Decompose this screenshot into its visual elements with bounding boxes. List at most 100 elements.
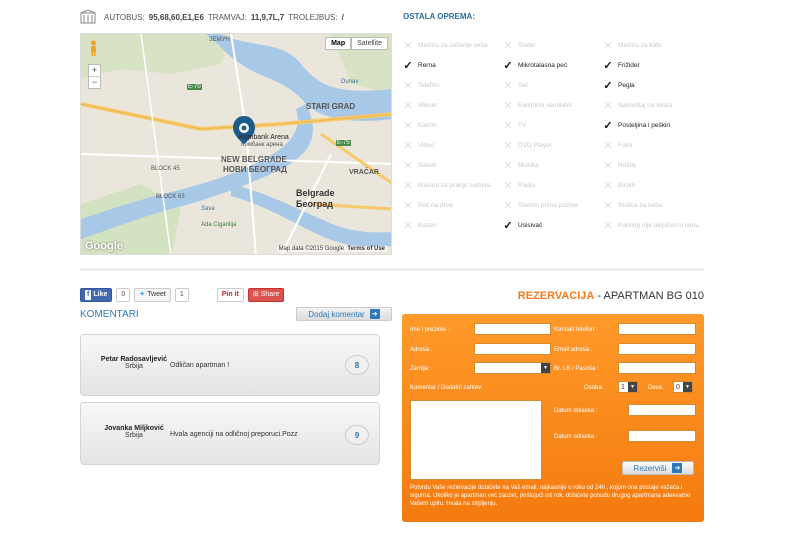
equipment-label: Rerna <box>418 61 436 69</box>
map-label-zemun: ЗЕМУН <box>209 37 230 43</box>
equipment-label: Mašina za sušenje veša <box>418 41 488 49</box>
map-label-vracar: VRAČAR <box>349 169 379 176</box>
pegman-icon[interactable] <box>89 40 98 56</box>
map-view-button[interactable]: Map <box>325 37 352 50</box>
zoom-out-button[interactable]: − <box>89 77 100 88</box>
cross-icon: ✕ <box>603 99 613 112</box>
equipment-item: ✓ Frižider <box>603 59 639 72</box>
cross-icon: ✕ <box>403 39 413 52</box>
cross-icon: ✕ <box>603 199 613 212</box>
location-map[interactable]: ЗЕМУН STARI GRAD NEW BELGRADE НОВИ БЕОГР… <box>80 33 392 255</box>
equipment-label: Mikrotalasna peć <box>518 61 568 69</box>
cross-icon: ✕ <box>403 179 413 192</box>
persons-value: 1 <box>621 383 625 391</box>
persons-select[interactable]: 1 ▼ <box>618 381 638 393</box>
id-number-input[interactable] <box>618 362 696 374</box>
pinterest-button[interactable]: Pin it <box>216 288 244 302</box>
map-label-arena-cyrillic: Комбанк арена <box>241 142 283 148</box>
children-select[interactable]: 0 ▼ <box>673 381 693 393</box>
email-input[interactable] <box>618 343 696 355</box>
comment-author: Jovanka Miljković Srbija <box>89 425 179 439</box>
tram-label: TRAMVAJ: <box>207 12 247 22</box>
reserve-label: Rezerviši <box>633 463 667 473</box>
address-input[interactable] <box>474 343 551 355</box>
tweet-label: Tweet <box>147 291 166 298</box>
equipment-label: Usisivač <box>518 221 543 229</box>
equipment-label: Roštilj <box>618 161 636 169</box>
like-count: 0 <box>116 288 131 302</box>
cross-icon: ✕ <box>503 119 513 132</box>
equipment-item: ✕ Parking nije uključen u cenu <box>603 219 699 232</box>
cross-icon: ✕ <box>403 119 413 132</box>
equipment-label: TV <box>518 121 527 129</box>
equipment-label: Telefon prima pozive <box>518 201 578 209</box>
equipment-label: Mašina za pranje sudova <box>418 181 491 189</box>
map-label-ada: Ada Ciganlija <box>201 222 237 228</box>
share-button[interactable]: ⊞ Share <box>247 288 285 302</box>
departure-date-input[interactable] <box>628 430 696 442</box>
equipment-item: ✕ Peć na drva <box>403 199 452 212</box>
chevron-down-icon: ▼ <box>541 363 550 373</box>
departure-label: Datum odlaska : <box>554 434 598 440</box>
cross-icon: ✕ <box>403 139 413 152</box>
cross-icon: ✕ <box>403 199 413 212</box>
equipment-label: Toster <box>518 41 536 49</box>
cross-icon: ✕ <box>603 39 613 52</box>
country-select[interactable]: ▼ <box>474 362 551 374</box>
map-label-block-45: BLOCK 45 <box>151 166 180 172</box>
reserve-button[interactable]: Rezerviši ➜ <box>622 461 694 475</box>
transport-info: AUTOBUS: 95,68,60,E1,E6 TRAMVAJ: 11,9,7L… <box>80 9 344 25</box>
comment-textarea[interactable] <box>410 400 542 480</box>
zoom-control: + − <box>88 64 101 89</box>
like-label: Like <box>93 291 108 298</box>
checkmark-icon: ✓ <box>603 79 613 92</box>
zoom-in-button[interactable]: + <box>89 65 100 77</box>
map-footer: Map data ©2015 Google Terms of Use <box>276 246 387 252</box>
add-comment-label: Dodaj komentar <box>308 309 365 319</box>
reservation-title-apartment: - APARTMAN BG 010 <box>594 290 704 302</box>
checkmark-icon: ✓ <box>603 119 613 132</box>
map-label-arena: Kombank Arena <box>239 134 289 141</box>
tweet-button[interactable]: ✦ Tweet <box>134 288 171 302</box>
satellite-view-button[interactable]: Satellite <box>351 37 388 50</box>
google-logo[interactable]: Google <box>85 240 123 252</box>
email-label: Email adresa : <box>554 347 593 353</box>
equipment-label: Fotrir <box>618 141 634 149</box>
add-comment-button[interactable]: Dodaj komentar ➜ <box>296 307 392 321</box>
cross-icon: ✕ <box>603 219 613 232</box>
name-input[interactable] <box>474 323 551 335</box>
cross-icon: ✕ <box>503 139 513 152</box>
phone-input[interactable] <box>618 323 696 335</box>
equipment-label: DVD Player <box>518 141 552 149</box>
cross-icon: ✕ <box>503 179 513 192</box>
comment-author-country: Srbija <box>125 363 143 370</box>
chevron-down-icon: ▼ <box>628 382 637 392</box>
equipment-item: ✕ Satelit <box>403 159 436 172</box>
equipment-item: ✕ Roštilj <box>603 160 636 172</box>
equipment-item: ✕ Telefon <box>403 80 439 92</box>
facebook-like-button[interactable]: f Like <box>80 288 113 302</box>
checkmark-icon: ✓ <box>503 59 513 72</box>
facebook-icon: f <box>85 290 92 300</box>
equipment-label: Biciklí <box>618 181 635 189</box>
terms-of-use-link[interactable]: Terms of Use <box>347 246 385 252</box>
equipment-item: ✕ Radio <box>503 179 535 192</box>
checkmark-icon: ✓ <box>503 219 513 232</box>
equipment-label: Mašina za kafu <box>618 41 662 49</box>
equipment-item: ✕ DVD Player <box>503 139 552 152</box>
cross-icon: ✕ <box>603 139 613 152</box>
social-buttons: f Like 0 ✦ Tweet 1 Pin it ⊞ Share <box>80 288 285 302</box>
cross-icon: ✕ <box>503 199 513 212</box>
equipment-item: ✕ Fotrir <box>603 139 634 152</box>
equipment-item: ✓ Usisivač <box>503 219 543 232</box>
equipment-item: ✕ Biciklí <box>603 180 635 192</box>
equipment-label: Telefon <box>418 81 439 89</box>
arrival-date-input[interactable] <box>628 404 696 416</box>
equipment-title: OSTALA OPREMA: <box>403 12 475 21</box>
checkmark-icon: ✓ <box>603 59 613 72</box>
chevron-down-icon: ▼ <box>683 382 692 392</box>
persons-label: Osoba: <box>584 385 604 391</box>
map-label-beograd: Београд <box>296 199 333 209</box>
equipment-item: ✕ Bazen <box>403 220 436 232</box>
cross-icon: ✕ <box>403 159 413 172</box>
